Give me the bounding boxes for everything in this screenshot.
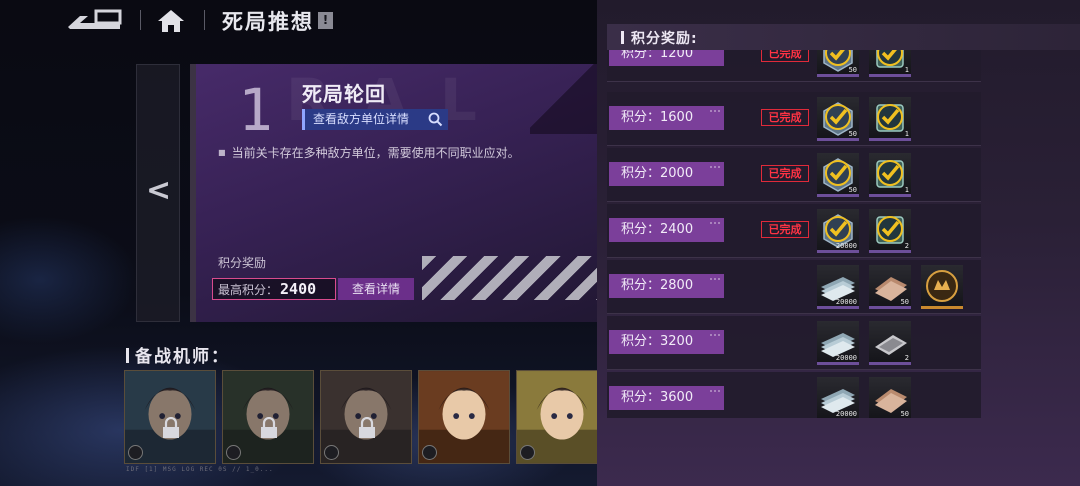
reward-row: 积分：1600 已完成 50 1 bbox=[607, 92, 981, 146]
reward-quantity: 1 bbox=[904, 66, 909, 74]
pilot-class-icon bbox=[422, 445, 437, 460]
reward-quantity: 20000 bbox=[835, 242, 857, 250]
reward-item-medal[interactable]: 2 bbox=[869, 209, 911, 253]
reward-threshold-label: 积分：1200 bbox=[609, 50, 724, 66]
reward-quantity: 20000 bbox=[835, 298, 857, 306]
previous-stage-button[interactable]: < bbox=[136, 64, 180, 322]
pilot-class-icon bbox=[128, 445, 143, 460]
pilot-card-2[interactable] bbox=[222, 370, 314, 464]
home-button[interactable] bbox=[156, 8, 186, 34]
hazard-stripes bbox=[422, 256, 600, 300]
reward-row: 积分：2800 20000 50 bbox=[607, 260, 981, 314]
stage-card: R A L 1 死局轮回 查看敌方单位详情 当前关卡存在多种敌方单位，需要使用不… bbox=[190, 64, 600, 322]
reward-item-medal[interactable]: 1 bbox=[869, 153, 911, 197]
reward-threshold-label: 积分：2400 bbox=[609, 218, 724, 242]
divider bbox=[140, 10, 141, 30]
reward-item-credits[interactable]: 20000 bbox=[817, 321, 859, 365]
reward-quantity: 50 bbox=[900, 298, 909, 306]
reward-row: 积分：3200 20000 2 bbox=[607, 316, 981, 370]
reward-quantity: 20000 bbox=[835, 410, 857, 418]
reward-item-credits[interactable]: 20000 bbox=[817, 377, 859, 418]
reward-threshold-label: 积分：1600 bbox=[609, 106, 724, 130]
stage-name: 死局轮回 bbox=[302, 82, 386, 106]
reward-quantity: 50 bbox=[848, 66, 857, 74]
home-icon bbox=[158, 10, 184, 32]
completed-stamp: 已完成 bbox=[761, 221, 809, 238]
back-button[interactable] bbox=[66, 8, 124, 32]
reward-row: 积分：2400 已完成 20000 2 bbox=[607, 204, 981, 258]
pilot-card-1[interactable] bbox=[124, 370, 216, 464]
rewards-panel-header: 积分奖励: bbox=[607, 24, 1080, 50]
pilot-card-5[interactable] bbox=[516, 370, 608, 464]
pilot-caption: IDF [1] MSG LOG REC 0S // 1_0... bbox=[126, 466, 274, 473]
crest-icon bbox=[926, 270, 958, 302]
search-icon bbox=[428, 112, 443, 127]
stage-description: 当前关卡存在多种敌方单位，需要使用不同职业应对。 bbox=[218, 144, 520, 161]
reward-item-ingot[interactable]: 50 bbox=[869, 377, 911, 418]
chevron-left-icon: < bbox=[146, 173, 172, 208]
pilot-card-3[interactable] bbox=[320, 370, 412, 464]
reward-item-medal[interactable]: 1 bbox=[869, 97, 911, 141]
reward-item-ingot[interactable]: 50 bbox=[869, 265, 911, 309]
stage-number: 1 bbox=[238, 76, 273, 144]
view-enemy-details-label: 查看敌方单位详情 bbox=[313, 112, 410, 126]
reward-quantity: 50 bbox=[900, 410, 909, 418]
rewards-panel-title: 积分奖励: bbox=[621, 28, 698, 48]
pilot-class-icon bbox=[324, 445, 339, 460]
best-score-label: 最高积分： bbox=[218, 283, 279, 297]
lock-icon bbox=[359, 417, 375, 438]
reward-row: 积分：2000 已完成 50 1 bbox=[607, 148, 981, 202]
reward-item-token[interactable]: 50 bbox=[817, 50, 859, 77]
reward-item-token[interactable]: 50 bbox=[817, 153, 859, 197]
reward-threshold-label: 积分：2800 bbox=[609, 274, 724, 298]
reward-quantity: 50 bbox=[848, 130, 857, 138]
lock-icon bbox=[163, 417, 179, 438]
reward-quantity: 1 bbox=[904, 186, 909, 194]
score-reward-label: 积分奖励 bbox=[218, 256, 267, 270]
page-title: 死局推想 bbox=[222, 10, 314, 34]
reward-quantity: 20000 bbox=[835, 354, 857, 362]
reward-list[interactable]: 积分：1200 已完成 50 1 积分：1600 已完成 50 1 积分：2000 已完成 50 1 积… bbox=[607, 50, 981, 418]
reward-row: 积分：1200 已完成 50 1 bbox=[607, 50, 981, 82]
top-bar: 死局推想 ! bbox=[0, 0, 600, 44]
reward-item-credits[interactable]: 20000 bbox=[817, 265, 859, 309]
reward-item-crest[interactable] bbox=[921, 265, 963, 309]
back-arrow-icon bbox=[68, 9, 122, 29]
reward-threshold-label: 积分：3200 bbox=[609, 330, 724, 354]
reward-quantity: 1 bbox=[904, 130, 909, 138]
reward-item-token[interactable]: 50 bbox=[817, 97, 859, 141]
lock-icon bbox=[261, 417, 277, 438]
reward-row: 积分：3600 20000 50 bbox=[607, 372, 981, 418]
reward-item-medal[interactable]: 1 bbox=[869, 50, 911, 77]
view-details-button[interactable]: 查看详情 bbox=[338, 278, 414, 300]
info-icon[interactable]: ! bbox=[318, 12, 333, 29]
completed-stamp: 已完成 bbox=[761, 50, 809, 62]
best-score-box: 最高积分： 2400 bbox=[212, 278, 336, 300]
pilots-title: 备战机师： bbox=[126, 342, 230, 367]
reward-threshold-label: 积分：3600 bbox=[609, 386, 724, 410]
pilot-class-icon bbox=[226, 445, 241, 460]
reward-threshold-label: 积分：2000 bbox=[609, 162, 724, 186]
reward-item-token[interactable]: 20000 bbox=[817, 209, 859, 253]
reward-quantity: 2 bbox=[904, 354, 909, 362]
reward-quantity: 50 bbox=[848, 186, 857, 194]
divider bbox=[204, 10, 205, 30]
completed-stamp: 已完成 bbox=[761, 165, 809, 182]
reward-quantity: 2 bbox=[904, 242, 909, 250]
pilot-card-4[interactable] bbox=[418, 370, 510, 464]
view-enemy-details-button[interactable]: 查看敌方单位详情 bbox=[302, 109, 448, 130]
best-score-value: 2400 bbox=[280, 280, 317, 298]
completed-stamp: 已完成 bbox=[761, 109, 809, 126]
pilot-class-icon bbox=[520, 445, 535, 460]
reward-item-plate[interactable]: 2 bbox=[869, 321, 911, 365]
